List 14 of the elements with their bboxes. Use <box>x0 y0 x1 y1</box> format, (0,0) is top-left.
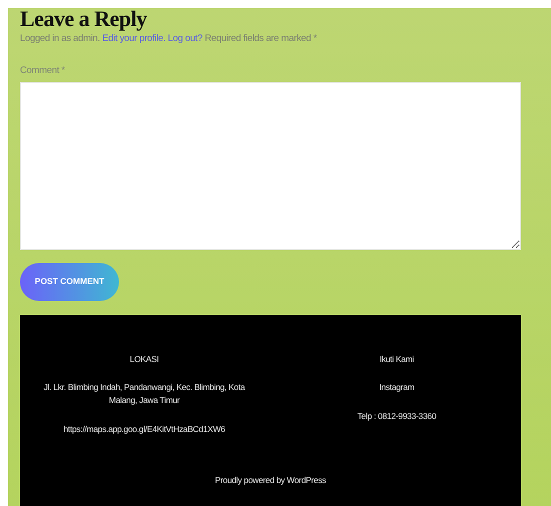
field-label: Comment * <box>20 64 65 78</box>
footer-text: Telp : 0812-9933-3360 <box>356 410 438 423</box>
footer-heading: LOKASI <box>128 352 160 366</box>
footer-text: Jl. Lkr. Blimbing Indah, Pandanwangi, Kec. Blimbing, Kota Malang, Jawa Timur <box>42 381 246 407</box>
notice-link[interactable]: Edit your profile. <box>102 33 166 44</box>
footer-text: https://maps.app.goo.gl/E4KitVtHzaBCd1XW6 <box>62 422 226 436</box>
footer-text: Instagram <box>378 381 416 394</box>
footer-heading: Ikuti Kami <box>378 352 415 366</box>
post-comment-button[interactable]: POST COMMENT <box>20 262 119 300</box>
heading: Leave a Reply <box>20 8 148 30</box>
notice-link[interactable]: Log out? <box>168 33 202 44</box>
login-notice: Logged in as admin. Edit your profile. Log out? Required fields are marked * <box>20 32 318 46</box>
credit-text: Proudly powered by WordPress <box>214 474 327 486</box>
comment-field[interactable] <box>20 82 521 250</box>
